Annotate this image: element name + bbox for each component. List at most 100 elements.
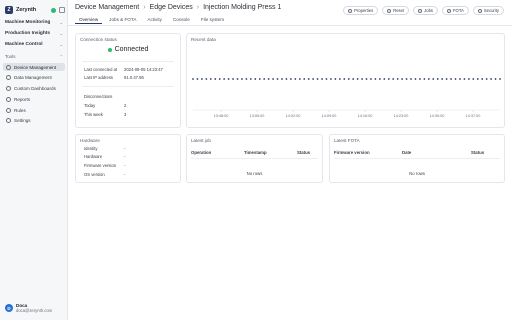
tab-activity[interactable]: Activity (143, 16, 166, 24)
column-header-firmware-version[interactable]: Firmware version (334, 150, 370, 155)
data-point (494, 78, 497, 80)
tab-console[interactable]: Console (169, 16, 194, 24)
nav-section-label: Tools (5, 54, 16, 59)
data-point (312, 78, 315, 80)
last-ip-label: Last IP address (84, 75, 114, 80)
data-point (499, 78, 501, 80)
fota-button[interactable]: FOTA (442, 6, 469, 15)
report-icon (6, 96, 11, 102)
data-point (272, 78, 274, 80)
data-point (223, 78, 226, 80)
today-value: 2 (124, 103, 127, 108)
data-point (414, 78, 417, 80)
brand: Z Zerynth (5, 6, 65, 14)
hardware-row-value: - (124, 154, 126, 159)
rules-icon (6, 107, 11, 113)
data-point (227, 78, 230, 80)
properties-button[interactable]: Properties (343, 6, 379, 15)
data-point (254, 78, 257, 80)
data-point (396, 78, 399, 80)
status-dot-icon (51, 7, 56, 13)
nav-section-tools[interactable]: Tools ⌃ (5, 53, 63, 60)
sidebar-item-data-management[interactable]: Data Management (3, 73, 65, 81)
divider (191, 158, 318, 159)
sidebar-item-label: Custom Dashboards (14, 85, 56, 91)
x-tick-label: 14:16:00 (358, 114, 373, 118)
data-point (196, 78, 199, 80)
data-point (454, 78, 457, 80)
sidebar-item-settings[interactable]: Settings (3, 116, 65, 124)
security-button[interactable]: Security (472, 6, 504, 15)
hardware-row-value: - (124, 163, 126, 168)
hardware-row: Firmware version - (84, 163, 125, 168)
data-point (450, 78, 452, 80)
data-point (401, 78, 404, 80)
sidebar-toggle-icon[interactable] (59, 7, 65, 13)
last-ip-row: Last IP address 91.0.47.96 (84, 75, 144, 80)
hardware-row-value: - (124, 172, 126, 177)
sidebar-item-device-management[interactable]: Device Management (3, 63, 65, 71)
data-point (263, 78, 266, 80)
chevron-up-icon: ⌃ (59, 54, 63, 59)
hardware-row-label: Hardware (84, 154, 103, 159)
connected-dot-icon (107, 47, 112, 52)
column-header-timestamp[interactable]: Timestamp (244, 150, 267, 155)
x-tick-label: 14:23:00 (394, 114, 409, 118)
data-point (218, 78, 221, 80)
hardware-row-label: Identity (84, 146, 98, 151)
nav-group-machine-monitoring[interactable]: Machine Monitoring ⌄ (5, 19, 63, 26)
sidebar-item-label: Settings (14, 117, 31, 123)
x-tick-label: 14:09:00 (322, 114, 337, 118)
data-point (356, 78, 359, 80)
data-point (463, 78, 466, 80)
column-header-date[interactable]: Date (402, 150, 411, 155)
week-value: 3 (124, 112, 127, 117)
breadcrumb-item[interactable]: Edge Devices (150, 4, 193, 11)
x-tick-label: 14:37:00 (466, 114, 481, 118)
hardware-row-label: OS version (84, 172, 105, 177)
card-title: Hardware (80, 138, 100, 143)
data-point (383, 78, 386, 80)
data-point (427, 78, 430, 80)
fota-label: FOTA (453, 8, 464, 13)
tab-file-system[interactable]: File system (197, 16, 228, 24)
data-point (245, 78, 248, 80)
nav-group-label: Machine Monitoring (5, 20, 51, 25)
sidebar-item-custom-dashboards[interactable]: Custom Dashboards (3, 84, 65, 92)
avatar: D (5, 304, 13, 312)
data-point (419, 78, 421, 80)
shield-icon (477, 8, 482, 13)
x-tick-label: 14:02:00 (286, 114, 301, 118)
data-point (347, 78, 350, 80)
data-point (405, 78, 408, 80)
jobs-button[interactable]: Jobs (413, 6, 438, 15)
tab-overview[interactable]: Overview (75, 16, 103, 24)
reset-button[interactable]: Reset (382, 6, 410, 15)
brand-logo: Z (5, 6, 13, 14)
fota-icon (447, 8, 451, 13)
tab-jobs-fota[interactable]: Jobs & FOTA (105, 16, 140, 24)
latest-job-card: Latest job Operation Timestamp Status No… (186, 134, 323, 183)
data-point (192, 78, 194, 80)
data-point (459, 78, 461, 80)
disconnections-label: Disconnections (84, 94, 113, 99)
sidebar-item-rules[interactable]: Rules (3, 106, 65, 114)
breadcrumb-item[interactable]: Device Management (75, 4, 139, 11)
nav-group-production-insights[interactable]: Production Insights ⌄ (5, 30, 63, 37)
last-connected-row: Last connected at 2024-09-05 14:23:47 (84, 67, 163, 72)
today-row: Today 2 (84, 103, 126, 108)
connection-status-card: Connection status Connected Last connect… (75, 33, 181, 128)
header-actions: Properties Reset Jobs FOTA Security (343, 6, 504, 15)
column-header-operation[interactable]: Operation (191, 150, 211, 155)
data-point (303, 78, 306, 80)
sidebar-item-label: Device Management (14, 64, 57, 70)
column-header-status[interactable]: Status (471, 150, 484, 155)
empty-message: No rows (246, 171, 263, 176)
nav-group-machine-control[interactable]: Machine Control ⌄ (5, 41, 63, 48)
user-profile[interactable]: D Doca doca@zerynth.com (5, 303, 52, 313)
chevron-down-icon: ⌄ (59, 20, 63, 25)
sidebar-item-reports[interactable]: Reports (3, 95, 65, 103)
data-point (387, 78, 390, 80)
column-header-status[interactable]: Status (297, 150, 310, 155)
hardware-card: Hardware Identity - Hardware - Firmware ve… (75, 134, 181, 183)
